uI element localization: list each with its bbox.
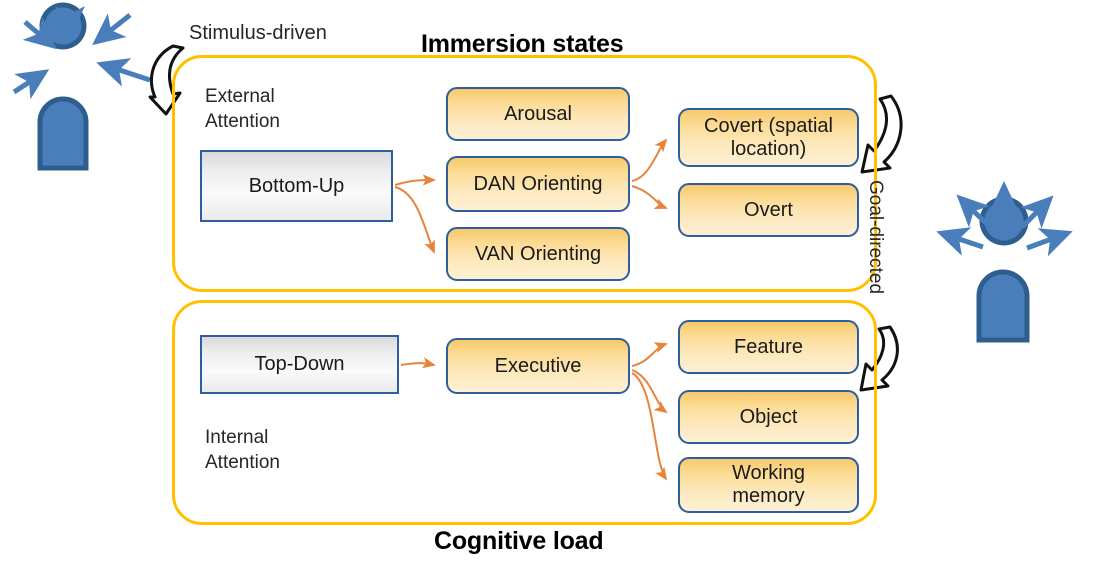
node-executive[interactable]: Executive xyxy=(446,338,630,394)
label-external-attention: External Attention xyxy=(205,86,280,132)
label-stimulus-driven: Stimulus-driven xyxy=(189,22,327,44)
node-feature[interactable]: Feature xyxy=(678,320,859,374)
person-outgoing-arrows-icon xyxy=(936,181,1073,343)
node-object[interactable]: Object xyxy=(678,390,859,444)
page-title-immersion-states: Immersion states xyxy=(421,30,624,58)
node-bottom-up[interactable]: Bottom-Up xyxy=(200,150,393,222)
label-goal-directed: Goal-directed xyxy=(865,180,886,295)
label-internal-attention: Internal Attention xyxy=(205,427,280,473)
node-top-down[interactable]: Top-Down xyxy=(200,335,399,394)
person-incoming-arrows-icon xyxy=(12,2,151,171)
diagram-canvas: Immersion states Cognitive load External… xyxy=(0,0,1093,578)
node-van-orienting[interactable]: VAN Orienting xyxy=(446,227,630,281)
node-overt[interactable]: Overt xyxy=(678,183,859,237)
node-arousal[interactable]: Arousal xyxy=(446,87,630,141)
node-working-memory[interactable]: Working memory xyxy=(678,457,859,513)
page-title-cognitive-load: Cognitive load xyxy=(434,527,604,555)
node-covert-spatial-location[interactable]: Covert (spatial location) xyxy=(678,108,859,167)
node-dan-orienting[interactable]: DAN Orienting xyxy=(446,156,630,212)
